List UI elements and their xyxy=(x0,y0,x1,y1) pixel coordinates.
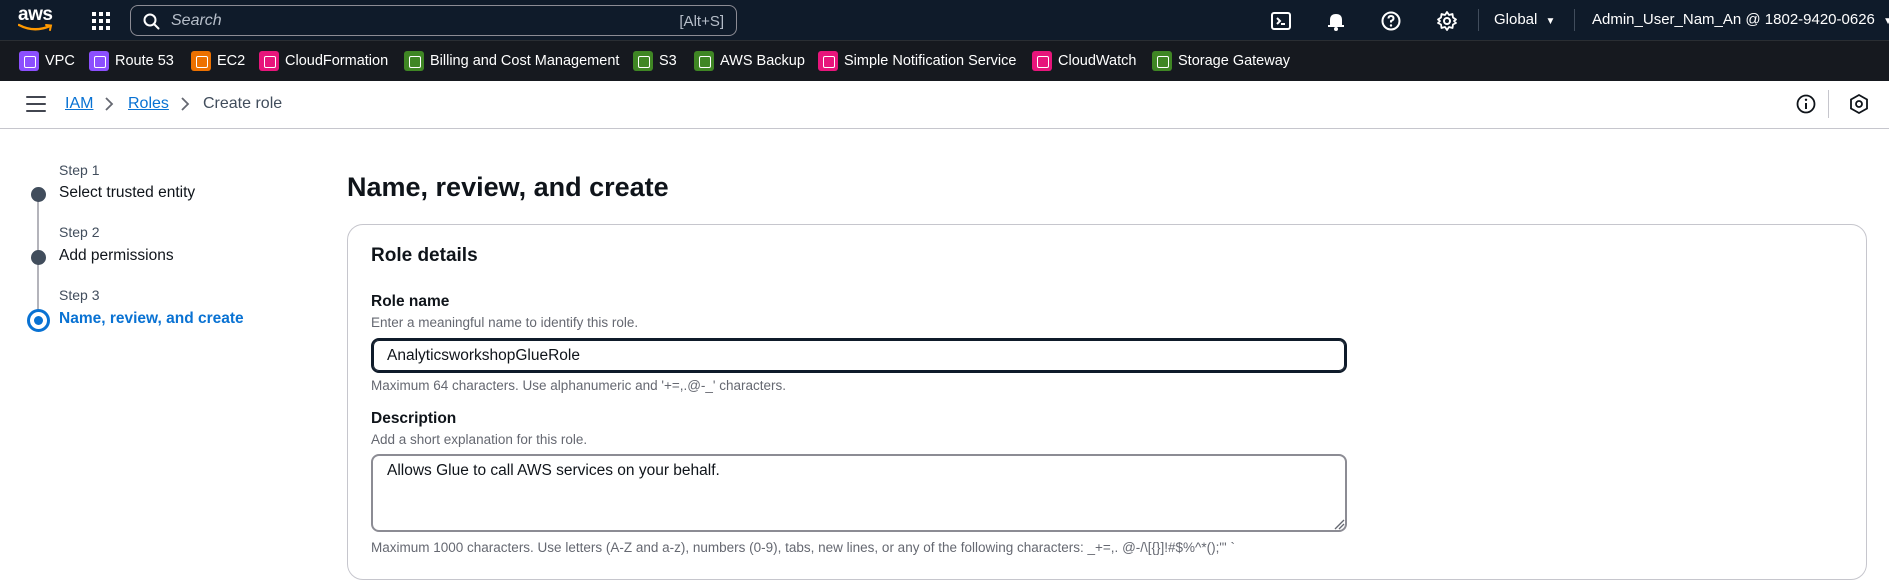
search-bar[interactable]: [Alt+S] xyxy=(130,5,737,36)
step-3-title: Name, review, and create xyxy=(59,310,244,327)
favorite-label: Simple Notification Service xyxy=(844,53,1017,69)
billing-service-icon xyxy=(404,51,424,71)
chevron-right-icon xyxy=(105,97,114,111)
step-2-label: Step 2 xyxy=(59,224,100,240)
role-name-description: Enter a meaningful name to identify this… xyxy=(371,315,639,330)
description-constraint: Maximum 1000 characters. Use letters (A-… xyxy=(371,540,1235,555)
favorite-cloudformation[interactable]: CloudFormation xyxy=(259,50,388,72)
description-textarea[interactable]: Allows Glue to call AWS services on your… xyxy=(371,454,1347,532)
breadcrumb-current: Create role xyxy=(203,95,283,112)
description-help: Add a short explanation for this role. xyxy=(371,432,588,447)
favorite-route53[interactable]: Route 53 xyxy=(89,50,174,72)
services-grid-icon[interactable] xyxy=(91,11,111,31)
storage-gateway-service-icon xyxy=(1152,51,1172,71)
step-1-title[interactable]: Select trusted entity xyxy=(59,184,195,202)
settings-gear-icon[interactable] xyxy=(1436,10,1458,32)
role-name-label: Role name xyxy=(371,293,450,310)
role-name-input[interactable] xyxy=(371,338,1347,373)
favorite-label: VPC xyxy=(45,53,75,69)
region-selector[interactable]: Global ▼ xyxy=(1494,11,1555,28)
description-label: Description xyxy=(371,410,457,427)
search-icon xyxy=(143,13,160,30)
sns-service-icon xyxy=(818,51,838,71)
role-name-constraint: Maximum 64 characters. Use alphanumeric … xyxy=(371,378,787,393)
favorite-cloudwatch[interactable]: CloudWatch xyxy=(1032,50,1136,72)
favorite-label: S3 xyxy=(659,53,677,69)
notifications-bell-icon[interactable] xyxy=(1325,10,1347,32)
nav-divider xyxy=(1478,9,1479,31)
aws-logo-text: aws xyxy=(18,4,53,25)
cloudwatch-service-icon xyxy=(1032,51,1052,71)
cloudshell-icon[interactable] xyxy=(1270,10,1292,32)
role-details-panel: Role details Role name Enter a meaningfu… xyxy=(347,224,1867,580)
resize-handle-icon[interactable] xyxy=(1333,518,1345,530)
favorite-billing[interactable]: Billing and Cost Management xyxy=(404,50,619,72)
step-1-label: Step 1 xyxy=(59,162,100,178)
caret-down-icon: ▼ xyxy=(1545,16,1556,27)
breadcrumb-bar: IAM Roles Create role xyxy=(0,81,1889,129)
search-shortcut: [Alt+S] xyxy=(679,13,724,30)
aws-smile-icon xyxy=(18,23,53,31)
search-input[interactable] xyxy=(171,11,591,31)
account-label: Admin_User_Nam_An @ 1802-9420-0626 xyxy=(1592,11,1875,28)
favorite-s3[interactable]: S3 xyxy=(633,50,677,72)
favorite-label: AWS Backup xyxy=(720,53,805,69)
cloudformation-service-icon xyxy=(259,51,279,71)
favorite-label: Billing and Cost Management xyxy=(430,53,620,69)
breadcrumb-iam[interactable]: IAM xyxy=(65,95,93,113)
step-3-label: Step 3 xyxy=(59,287,100,303)
breadcrumb-roles[interactable]: Roles xyxy=(128,95,169,113)
region-label: Global xyxy=(1494,11,1538,28)
step-2-indicator xyxy=(31,250,46,265)
favorite-sns[interactable]: Simple Notification Service xyxy=(818,50,1016,72)
favorite-label: EC2 xyxy=(217,53,246,69)
route53-service-icon xyxy=(89,51,109,71)
favorite-ec2[interactable]: EC2 xyxy=(191,50,245,72)
step-2-title[interactable]: Add permissions xyxy=(59,247,174,265)
account-menu[interactable]: Admin_User_Nam_An @ 1802-9420-0626 ▼ xyxy=(1592,11,1889,28)
menu-hamburger-icon[interactable] xyxy=(26,96,46,114)
favorite-label: Storage Gateway xyxy=(1178,53,1291,69)
favorite-vpc[interactable]: VPC xyxy=(19,50,75,72)
favorite-label: Route 53 xyxy=(115,53,174,69)
step-1-indicator xyxy=(31,187,46,202)
nav-divider xyxy=(1574,9,1575,31)
backup-service-icon xyxy=(694,51,714,71)
favorites-bar: VPC Route 53 EC2 CloudFormation Billing … xyxy=(0,40,1889,81)
chevron-right-icon xyxy=(181,97,190,111)
favorite-label: CloudWatch xyxy=(1058,53,1137,69)
toolbar-divider xyxy=(1828,90,1829,118)
vpc-service-icon xyxy=(19,51,39,71)
s3-service-icon xyxy=(633,51,653,71)
favorite-label: CloudFormation xyxy=(285,53,389,69)
ec2-service-icon xyxy=(191,51,211,71)
step-3-indicator xyxy=(27,309,50,332)
security-panel-icon[interactable] xyxy=(1848,93,1870,115)
favorite-aws-backup[interactable]: AWS Backup xyxy=(694,50,805,72)
help-icon[interactable] xyxy=(1380,10,1402,32)
top-navigation: aws [Alt+S] xyxy=(0,0,1889,40)
favorite-storage-gateway[interactable]: Storage Gateway xyxy=(1152,50,1290,72)
info-icon[interactable] xyxy=(1795,93,1817,115)
aws-logo[interactable]: aws xyxy=(18,4,58,34)
panel-title: Role details xyxy=(371,245,478,266)
page-title: Name, review, and create xyxy=(347,172,669,202)
caret-down-icon: ▼ xyxy=(1883,16,1889,27)
